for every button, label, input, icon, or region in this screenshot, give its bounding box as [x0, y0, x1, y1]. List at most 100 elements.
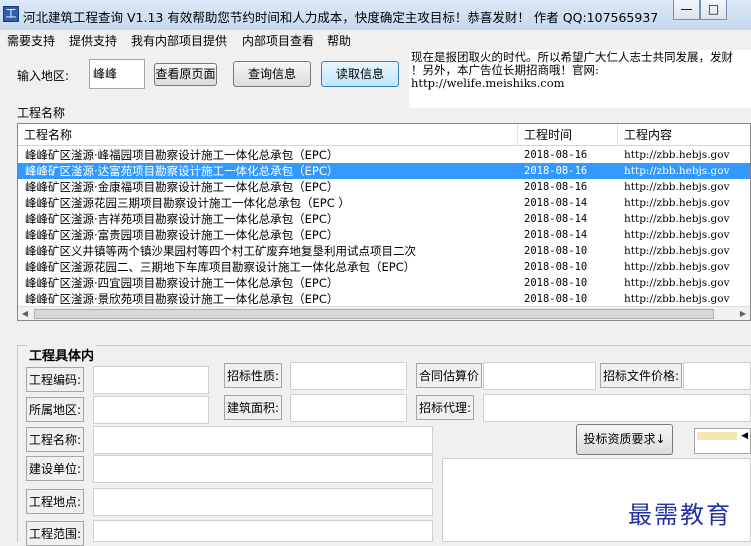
notice-line-1: 现在是报团取火的时代。所以希望广大仁人志士共同发展，发财: [411, 50, 733, 64]
menu-view-internal-project[interactable]: 内部项目查看: [242, 32, 314, 49]
tender-type-label: 招标性质:: [224, 363, 283, 388]
tender-type-field[interactable]: [290, 362, 407, 390]
qualification-button[interactable]: 投标资质要求↓: [576, 424, 673, 455]
project-list-group-label: 工程名称: [17, 106, 66, 120]
table-row[interactable]: 峰峰矿区滏源花园二、三期地下车库项目勘察设计施工一体化总承包（EPC） 2018-…: [18, 259, 750, 275]
watermark-text: 最需教育: [628, 501, 732, 529]
scroll-left-icon[interactable]: ◀: [18, 307, 32, 320]
project-content-cell: http://zbb.hebjs.gov: [624, 213, 730, 225]
name-detail-field[interactable]: [93, 426, 433, 454]
project-date-cell: 2018-08-14: [524, 197, 588, 209]
scope-field[interactable]: [93, 520, 433, 542]
project-name-cell: 峰峰矿区滏源·四宜园项目勘察设计施工一体化总承包（EPC）: [25, 276, 339, 290]
maximize-button[interactable]: □: [700, 0, 727, 20]
table-row[interactable]: 峰峰矿区滏源·峰福园项目勘察设计施工一体化总承包（EPC） 2018-08-16 h…: [18, 147, 750, 163]
location-field[interactable]: [93, 488, 433, 516]
project-name-cell: 峰峰矿区滏源花园三期项目勘察设计施工一体化总承包（EPC ）: [25, 196, 350, 210]
spinner-bar: [697, 432, 737, 440]
project-date-cell: 2018-08-10: [524, 245, 588, 257]
menu-provide-support[interactable]: 提供支持: [69, 32, 117, 49]
menu-provide-internal-project[interactable]: 我有内部项目提供: [131, 32, 227, 49]
contract-estimate-label: 合同估算价: [416, 363, 483, 388]
qualification-spinner[interactable]: ◀: [694, 428, 751, 454]
table-row[interactable]: 峰峰矿区滏源·景欣苑项目勘察设计施工一体化总承包（EPC） 2018-08-10 h…: [18, 291, 750, 307]
column-header-name[interactable]: 工程名称: [18, 124, 518, 146]
maximize-icon: □: [707, 2, 720, 16]
project-name-cell: 峰峰矿区滏源·峰福园项目勘察设计施工一体化总承包（EPC）: [25, 148, 339, 162]
builder-field[interactable]: [93, 455, 433, 483]
table-row[interactable]: 峰峰矿区义井镇等两个镇沙果园村等四个村工矿废弃地复垦利用试点项目二次 2018-0…: [18, 243, 750, 259]
name-detail-label: 工程名称:: [26, 427, 85, 452]
project-date-cell: 2018-08-16: [524, 165, 588, 177]
project-list-header: 工程名称 工程时间 工程内容: [18, 124, 750, 146]
app-icon: 工: [3, 6, 19, 22]
title-bar: 工 河北建筑工程查询 V1.13 有效帮助您节约时间和人力成本，快度确定主攻目标…: [0, 0, 751, 30]
scrollbar-thumb[interactable]: [34, 309, 714, 319]
table-row[interactable]: 峰峰矿区滏源花园三期项目勘察设计施工一体化总承包（EPC ） 2018-08-14…: [18, 195, 750, 211]
project-name-cell: 峰峰矿区滏源·吉祥苑项目勘察设计施工一体化总承包（EPC）: [25, 212, 339, 226]
doc-price-field[interactable]: [683, 362, 751, 390]
project-date-cell: 2018-08-16: [524, 181, 588, 193]
location-label: 工程地点:: [26, 489, 85, 514]
project-content-cell: http://zbb.hebjs.gov: [624, 149, 730, 161]
view-original-button[interactable]: 查看原页面: [154, 63, 217, 86]
scope-label: 工程范围:: [26, 521, 85, 546]
horizontal-scrollbar[interactable]: ◀ ▶: [18, 306, 750, 320]
code-field[interactable]: [93, 366, 209, 394]
region-detail-field[interactable]: [93, 396, 209, 424]
project-content-cell: http://zbb.hebjs.gov: [624, 277, 730, 289]
project-name-cell: 峰峰矿区滏源·金康福项目勘察设计施工一体化总承包（EPC）: [25, 180, 339, 194]
menu-need-support[interactable]: 需要支持: [7, 32, 55, 49]
project-name-cell: 峰峰矿区滏源·富贵园项目勘察设计施工一体化总承包（EPC）: [25, 228, 339, 242]
scroll-right-icon[interactable]: ▶: [736, 307, 750, 320]
project-list[interactable]: 工程名称 工程时间 工程内容 峰峰矿区滏源·峰福园项目勘察设计施工一体化总承包（…: [17, 123, 751, 321]
table-row[interactable]: 峰峰矿区滏源·吉祥苑项目勘察设计施工一体化总承包（EPC） 2018-08-14 h…: [18, 211, 750, 227]
notice-text-area[interactable]: 现在是报团取火的时代。所以希望广大仁人志士共同发展，发财 ！另外，本广告位长期招…: [409, 50, 751, 108]
project-name-cell: 峰峰矿区滏源花园二、三期地下车库项目勘察设计施工一体化总承包（EPC）: [25, 260, 416, 274]
table-row[interactable]: 峰峰矿区滏源·金康福项目勘察设计施工一体化总承包（EPC） 2018-08-16 h…: [18, 179, 750, 195]
project-content-cell: http://zbb.hebjs.gov: [624, 197, 730, 209]
table-row[interactable]: 峰峰矿区滏源·富贵园项目勘察设计施工一体化总承包（EPC） 2018-08-14 h…: [18, 227, 750, 243]
project-name-cell: 峰峰矿区滏源·达富苑项目勘察设计施工一体化总承包（EPC）: [25, 164, 339, 178]
menu-help[interactable]: 帮助: [327, 32, 351, 49]
project-content-cell: http://zbb.hebjs.gov: [624, 245, 730, 257]
project-date-cell: 2018-08-14: [524, 229, 588, 241]
region-detail-label: 所属地区:: [26, 397, 85, 422]
menu-bar: 需要支持 提供支持 我有内部项目提供 内部项目查看 帮助: [0, 30, 751, 50]
code-label: 工程编码:: [26, 367, 85, 392]
notice-line-3: http://welife.meishiks.com: [411, 76, 565, 90]
query-button[interactable]: 查询信息: [233, 61, 311, 87]
column-header-content[interactable]: 工程内容: [618, 124, 750, 146]
project-date-cell: 2018-08-10: [524, 277, 588, 289]
project-content-cell: http://zbb.hebjs.gov: [624, 229, 730, 241]
project-date-cell: 2018-08-10: [524, 261, 588, 273]
read-button[interactable]: 读取信息: [321, 61, 399, 87]
builder-label: 建设单位:: [26, 456, 85, 481]
project-date-cell: 2018-08-14: [524, 213, 588, 225]
column-header-date[interactable]: 工程时间: [518, 124, 618, 146]
project-date-cell: 2018-08-16: [524, 149, 588, 161]
table-row[interactable]: 峰峰矿区滏源·达富苑项目勘察设计施工一体化总承包（EPC） 2018-08-16 h…: [18, 163, 750, 179]
project-name-cell: 峰峰矿区义井镇等两个镇沙果园村等四个村工矿废弃地复垦利用试点项目二次: [25, 244, 416, 258]
contract-estimate-field[interactable]: [483, 362, 596, 390]
project-name-cell: 峰峰矿区滏源·景欣苑项目勘察设计施工一体化总承包（EPC）: [25, 292, 339, 306]
project-content-cell: http://zbb.hebjs.gov: [624, 165, 730, 177]
notice-line-2: ！另外，本广告位长期招商哦！官网:: [411, 63, 599, 77]
minimize-icon: —: [680, 2, 693, 16]
region-input[interactable]: 峰峰: [89, 59, 145, 89]
area-field[interactable]: [290, 394, 407, 422]
table-row[interactable]: 峰峰矿区滏源·四宜园项目勘察设计施工一体化总承包（EPC） 2018-08-10 h…: [18, 275, 750, 291]
doc-price-label: 招标文件价格:: [600, 363, 683, 388]
window-title: 河北建筑工程查询 V1.13 有效帮助您节约时间和人力成本，快度确定主攻目标！恭…: [23, 10, 659, 25]
project-content-cell: http://zbb.hebjs.gov: [624, 293, 730, 305]
project-content-cell: http://zbb.hebjs.gov: [624, 181, 730, 193]
details-title: 工程具体内: [27, 345, 97, 364]
area-label: 建筑面积:: [224, 395, 283, 420]
project-date-cell: 2018-08-10: [524, 293, 588, 305]
region-label: 输入地区:: [17, 69, 70, 83]
agent-label: 招标代理:: [416, 395, 475, 420]
minimize-button[interactable]: —: [673, 0, 700, 20]
project-content-cell: http://zbb.hebjs.gov: [624, 261, 730, 273]
spinner-arrow-icon[interactable]: ◀: [741, 431, 748, 441]
agent-field[interactable]: [483, 394, 751, 422]
